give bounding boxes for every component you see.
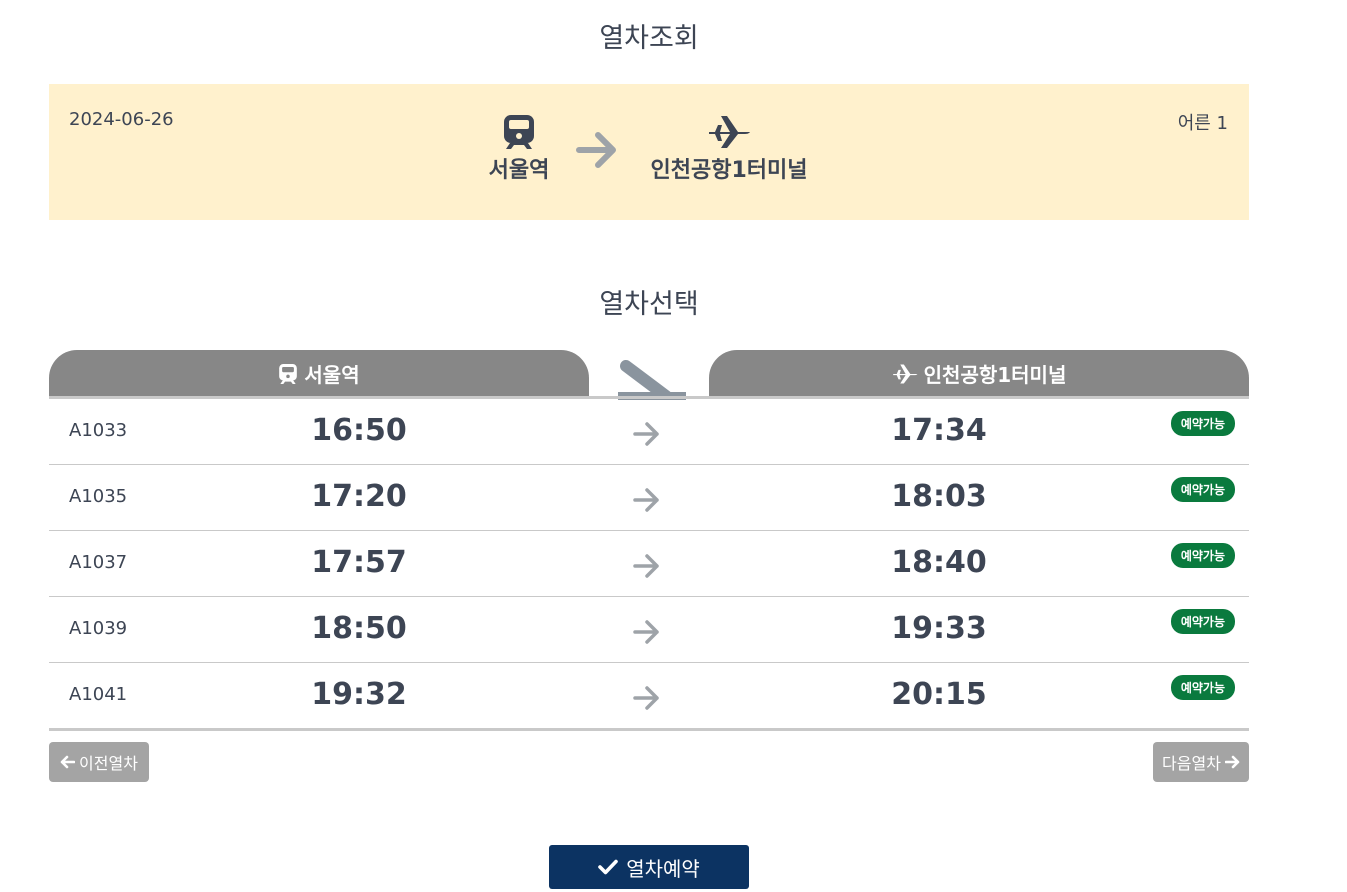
status-badge: 예약가능 [1170, 411, 1235, 436]
arrival-time: 18:40 [891, 545, 987, 580]
train-row[interactable]: A1037 17:57 18:40 예약가능 [49, 531, 1249, 597]
departure-time: 17:20 [311, 479, 407, 514]
next-trains-label: 다음열차 [1162, 754, 1221, 773]
train-number: A1035 [69, 486, 128, 507]
arrival-station: 인천공항1터미널 [639, 114, 819, 184]
departure-station: 서울역 [479, 114, 559, 184]
arrow-right-icon [633, 488, 659, 512]
arrival-header-tab: 인천공항1터미널 [709, 350, 1249, 397]
arrow-left-icon [60, 755, 76, 769]
train-row[interactable]: A1033 16:50 17:34 예약가능 [49, 399, 1249, 465]
departure-station-label: 서울역 [488, 158, 550, 183]
departure-header-tab: 서울역 [49, 350, 589, 397]
reserve-train-label: 열차예약 [626, 856, 700, 881]
passenger-count: 어른 1 [1177, 113, 1228, 134]
arrow-right-icon [633, 422, 659, 446]
departure-time: 17:57 [311, 545, 407, 580]
arrival-time: 17:34 [891, 413, 987, 448]
status-badge: 예약가능 [1170, 675, 1235, 700]
next-trains-button[interactable]: 다음열차 [1153, 742, 1249, 782]
airplane-icon [892, 364, 918, 383]
train-number: A1041 [69, 684, 128, 705]
arrival-time: 20:15 [891, 677, 987, 712]
train-row[interactable]: A1035 17:20 18:03 예약가능 [49, 465, 1249, 531]
train-row[interactable]: A1041 19:32 20:15 예약가능 [49, 663, 1249, 731]
arrow-right-icon [633, 554, 659, 578]
arrow-right-icon [1224, 755, 1240, 769]
previous-trains-label: 이전열차 [79, 754, 138, 773]
train-row[interactable]: A1039 18:50 19:33 예약가능 [49, 597, 1249, 663]
departure-header-label: 서울역 [304, 363, 360, 387]
lookup-title: 열차조회 [599, 23, 699, 54]
arrow-right-icon [618, 360, 686, 400]
arrival-time: 19:33 [891, 611, 987, 646]
train-number: A1037 [69, 552, 128, 573]
train-number: A1039 [69, 618, 128, 639]
arrival-time: 18:03 [891, 479, 987, 514]
train-list: A1033 16:50 17:34 예약가능 A1035 17:20 18:03… [49, 399, 1249, 731]
airplane-icon [709, 116, 750, 148]
train-number: A1033 [69, 420, 128, 441]
status-badge: 예약가능 [1170, 609, 1235, 634]
arrow-right-icon [633, 686, 659, 710]
previous-trains-button[interactable]: 이전열차 [49, 742, 149, 782]
arrival-header-label: 인천공항1터미널 [923, 363, 1067, 387]
select-title: 열차선택 [599, 289, 699, 320]
checkmark-icon [598, 859, 618, 875]
departure-time: 19:32 [311, 677, 407, 712]
status-badge: 예약가능 [1170, 477, 1235, 502]
arrow-right-icon [576, 132, 616, 168]
departure-time: 18:50 [311, 611, 407, 646]
train-icon [504, 115, 534, 149]
travel-date: 2024-06-26 [69, 109, 174, 130]
departure-time: 16:50 [311, 413, 407, 448]
journey-summary: 2024-06-26 어른 1 서울역 인천공항1터미널 [49, 84, 1249, 220]
train-icon [279, 363, 298, 384]
arrow-right-icon [633, 620, 659, 644]
status-badge: 예약가능 [1170, 543, 1235, 568]
reserve-train-button[interactable]: 열차예약 [549, 845, 749, 889]
arrival-station-label: 인천공항1터미널 [650, 158, 808, 183]
